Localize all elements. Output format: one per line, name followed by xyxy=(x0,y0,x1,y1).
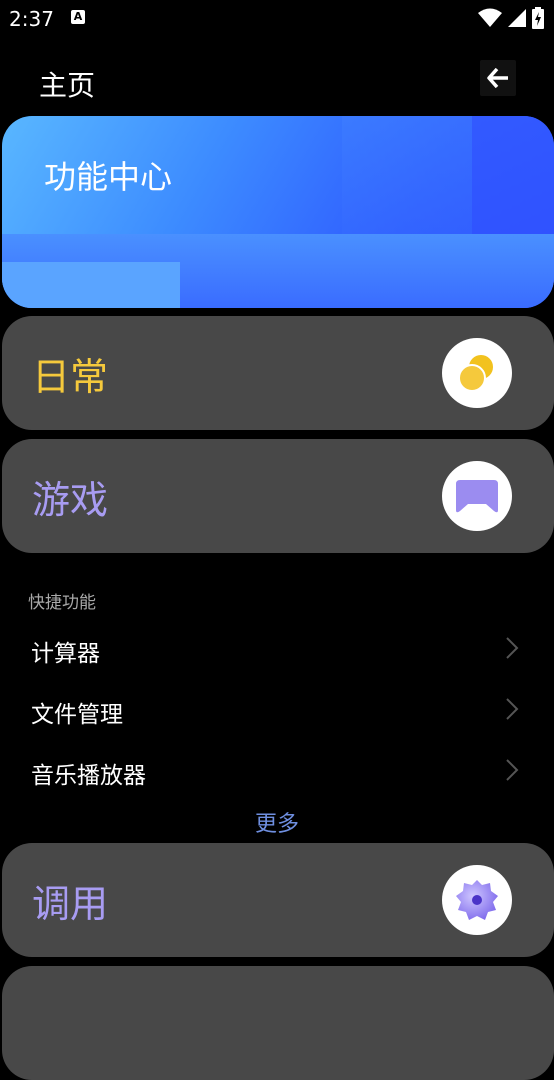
card-invoke-label: 调用 xyxy=(32,882,109,926)
notification-a-icon: A xyxy=(71,10,85,24)
more-link[interactable]: 更多 xyxy=(0,806,554,838)
status-icons xyxy=(478,7,544,29)
shortcut-item-music-player[interactable]: 音乐播放器 xyxy=(0,740,554,800)
shortcut-item-calculator[interactable]: 计算器 xyxy=(0,618,554,678)
shortcut-item-label: 音乐播放器 xyxy=(31,763,146,789)
card-partial[interactable] xyxy=(2,966,554,1080)
wifi-icon xyxy=(478,8,502,27)
card-game[interactable]: 游戏 xyxy=(2,439,554,553)
page-title: 主页 xyxy=(39,69,96,102)
shortcuts-section-label: 快捷功能 xyxy=(28,593,96,613)
chevron-right-icon xyxy=(506,759,519,781)
shortcut-item-label: 计算器 xyxy=(31,641,100,667)
feature-center-banner[interactable]: 功能中心 xyxy=(2,116,554,308)
signal-icon xyxy=(508,9,526,27)
gear-blob-icon xyxy=(442,865,512,935)
card-invoke[interactable]: 调用 xyxy=(2,843,554,957)
app-bar: 主页 xyxy=(0,50,554,106)
shortcut-item-label: 文件管理 xyxy=(31,702,123,728)
chevron-right-icon xyxy=(506,637,519,659)
banner-step-shape xyxy=(2,262,180,308)
gamepad-icon xyxy=(442,461,512,531)
shortcut-item-file-manager[interactable]: 文件管理 xyxy=(0,679,554,739)
card-daily[interactable]: 日常 xyxy=(2,316,554,430)
status-bar: 2:37 A xyxy=(0,0,554,36)
banner-title: 功能中心 xyxy=(44,158,173,196)
chevron-right-icon xyxy=(506,698,519,720)
status-time: 2:37 xyxy=(9,7,54,31)
arrow-left-icon xyxy=(487,68,508,88)
card-game-label: 游戏 xyxy=(32,478,109,522)
coins-icon xyxy=(442,338,512,408)
card-daily-label: 日常 xyxy=(32,355,109,399)
battery-icon xyxy=(532,7,544,29)
back-button[interactable] xyxy=(480,60,516,96)
